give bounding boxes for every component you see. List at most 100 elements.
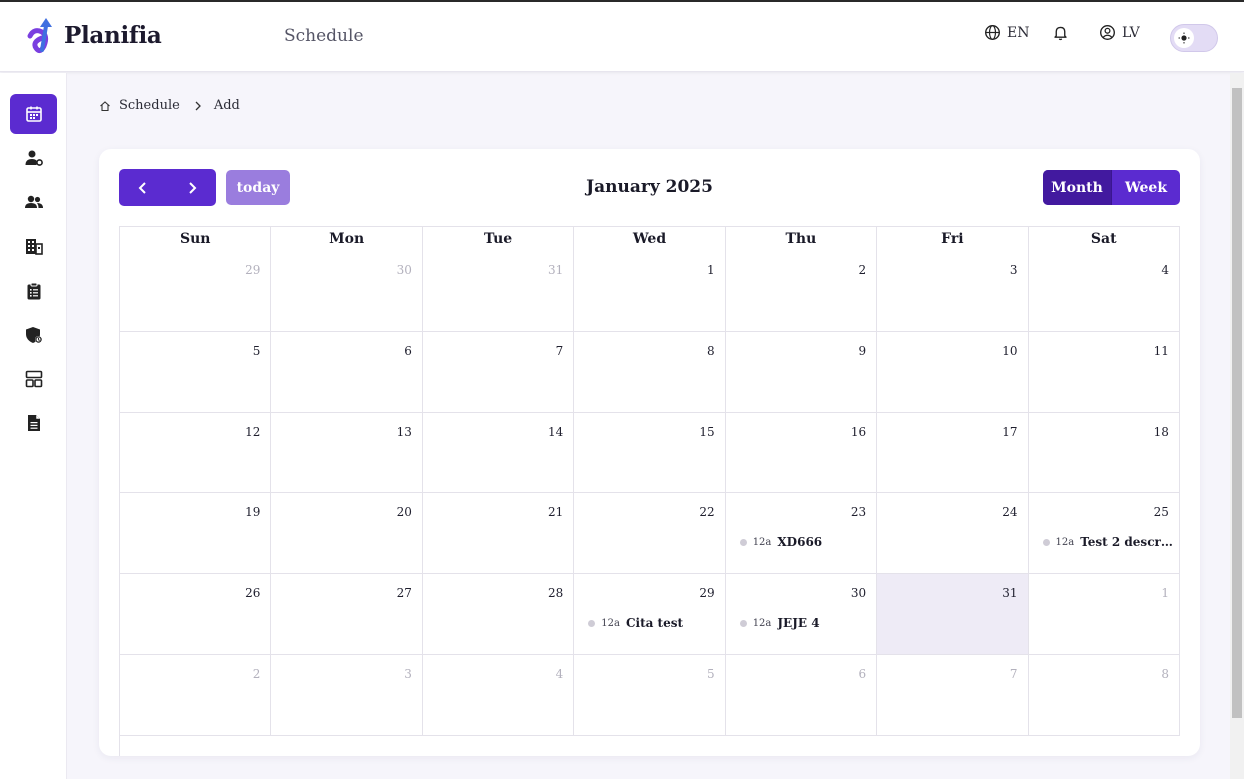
- day-cell[interactable]: 29 12a Cita test: [574, 574, 726, 655]
- next-month-button[interactable]: [168, 169, 217, 206]
- sidebar-item-users[interactable]: [10, 182, 57, 222]
- day-cell[interactable]: 8: [574, 331, 726, 413]
- day-number[interactable]: 28: [548, 586, 563, 600]
- day-cell[interactable]: 26: [120, 574, 272, 655]
- day-cell[interactable]: 5: [120, 331, 272, 413]
- day-number[interactable]: 12: [245, 425, 260, 439]
- sidebar-item-documents[interactable]: [10, 403, 57, 443]
- day-number[interactable]: 6: [858, 667, 866, 681]
- day-number[interactable]: 13: [397, 425, 412, 439]
- today-button[interactable]: today: [226, 170, 290, 205]
- day-cell[interactable]: 23 12a XD666: [725, 493, 878, 575]
- page-scrollbar-thumb[interactable]: [1232, 88, 1242, 718]
- day-cell[interactable]: 4: [1028, 251, 1180, 332]
- day-number[interactable]: 31: [548, 263, 563, 277]
- day-number[interactable]: 8: [707, 344, 715, 358]
- day-number[interactable]: 4: [1161, 263, 1169, 277]
- day-cell[interactable]: 9: [725, 331, 878, 413]
- day-number[interactable]: 5: [707, 667, 715, 681]
- day-cell[interactable]: 7: [877, 654, 1029, 736]
- day-number[interactable]: 3: [1010, 263, 1018, 277]
- day-number[interactable]: 4: [556, 667, 564, 681]
- calendar-event[interactable]: 12a XD666: [739, 535, 822, 549]
- day-cell[interactable]: 18: [1028, 412, 1180, 494]
- day-number[interactable]: 8: [1161, 667, 1169, 681]
- calendar-event[interactable]: 12a Test 2 descrpt...: [1042, 535, 1175, 549]
- day-number[interactable]: 1: [707, 263, 715, 277]
- day-cell[interactable]: 14: [422, 412, 575, 494]
- day-cell[interactable]: 2: [120, 654, 272, 736]
- day-number[interactable]: 11: [1154, 344, 1169, 358]
- day-number[interactable]: 29: [699, 586, 714, 600]
- day-cell[interactable]: 6: [725, 654, 878, 736]
- week-view-button[interactable]: Week: [1112, 170, 1180, 205]
- notifications-button[interactable]: [1052, 24, 1069, 41]
- sidebar-item-security[interactable]: [10, 315, 57, 355]
- day-cell[interactable]: 29: [120, 251, 272, 332]
- day-number[interactable]: 30: [851, 586, 866, 600]
- day-cell[interactable]: 10: [877, 331, 1029, 413]
- day-number[interactable]: 26: [245, 586, 260, 600]
- day-number[interactable]: 1: [1161, 586, 1169, 600]
- day-number[interactable]: 19: [245, 505, 260, 519]
- day-cell[interactable]: 3: [877, 251, 1029, 332]
- sidebar-item-layout[interactable]: [10, 359, 57, 399]
- theme-toggle[interactable]: [1170, 24, 1218, 52]
- user-menu[interactable]: LV: [1099, 24, 1140, 41]
- day-cell[interactable]: 1: [574, 251, 726, 332]
- day-number[interactable]: 29: [245, 263, 260, 277]
- sidebar-item-user-settings[interactable]: [10, 138, 57, 178]
- day-cell-today[interactable]: 31: [877, 574, 1029, 655]
- day-number[interactable]: 14: [548, 425, 563, 439]
- day-cell[interactable]: 2: [725, 251, 878, 332]
- day-cell[interactable]: 1: [1028, 574, 1180, 655]
- day-number[interactable]: 5: [253, 344, 261, 358]
- day-cell[interactable]: 21: [422, 493, 575, 575]
- day-number[interactable]: 30: [397, 263, 412, 277]
- day-number[interactable]: 7: [556, 344, 564, 358]
- day-cell[interactable]: 11: [1028, 331, 1180, 413]
- day-number[interactable]: 9: [858, 344, 866, 358]
- day-number[interactable]: 27: [397, 586, 412, 600]
- calendar-event[interactable]: 12a JEJE 4: [739, 616, 820, 630]
- day-cell[interactable]: 30 12a JEJE 4: [725, 574, 878, 655]
- day-number[interactable]: 16: [851, 425, 866, 439]
- day-cell[interactable]: 16: [725, 412, 878, 494]
- day-cell[interactable]: 28: [422, 574, 575, 655]
- day-number[interactable]: 18: [1154, 425, 1169, 439]
- month-view-button[interactable]: Month: [1043, 170, 1111, 205]
- day-cell[interactable]: 5: [574, 654, 726, 736]
- day-cell[interactable]: 25 12a Test 2 descrpt...: [1028, 493, 1180, 575]
- sidebar-item-buildings[interactable]: [10, 226, 57, 266]
- language-selector[interactable]: EN: [984, 24, 1029, 41]
- day-cell[interactable]: 12: [120, 412, 272, 494]
- day-cell[interactable]: 20: [271, 493, 423, 575]
- day-number[interactable]: 3: [404, 667, 412, 681]
- day-number[interactable]: 24: [1002, 505, 1017, 519]
- breadcrumb-schedule-link[interactable]: Schedule: [119, 98, 180, 113]
- day-cell[interactable]: 3: [271, 654, 423, 736]
- day-cell[interactable]: 15: [574, 412, 726, 494]
- day-cell[interactable]: 7: [422, 331, 575, 413]
- day-cell[interactable]: 4: [422, 654, 575, 736]
- day-number[interactable]: 17: [1002, 425, 1017, 439]
- day-cell[interactable]: 27: [271, 574, 423, 655]
- day-cell[interactable]: 19: [120, 493, 272, 575]
- day-cell[interactable]: 13: [271, 412, 423, 494]
- prev-month-button[interactable]: [119, 169, 168, 206]
- day-number[interactable]: 2: [253, 667, 261, 681]
- day-cell[interactable]: 17: [877, 412, 1029, 494]
- day-cell[interactable]: 6: [271, 331, 423, 413]
- day-cell[interactable]: 30: [271, 251, 423, 332]
- day-cell[interactable]: 31: [422, 251, 575, 332]
- day-number[interactable]: 6: [404, 344, 412, 358]
- calendar-event[interactable]: 12a Cita test: [588, 616, 683, 630]
- day-number[interactable]: 23: [851, 505, 866, 519]
- day-cell[interactable]: 8: [1028, 654, 1180, 736]
- day-number[interactable]: 7: [1010, 667, 1018, 681]
- day-number[interactable]: 15: [699, 425, 714, 439]
- day-cell[interactable]: 22: [574, 493, 726, 575]
- sidebar-item-calendar[interactable]: [10, 94, 57, 134]
- day-number[interactable]: 20: [397, 505, 412, 519]
- day-cell[interactable]: 24: [877, 493, 1029, 575]
